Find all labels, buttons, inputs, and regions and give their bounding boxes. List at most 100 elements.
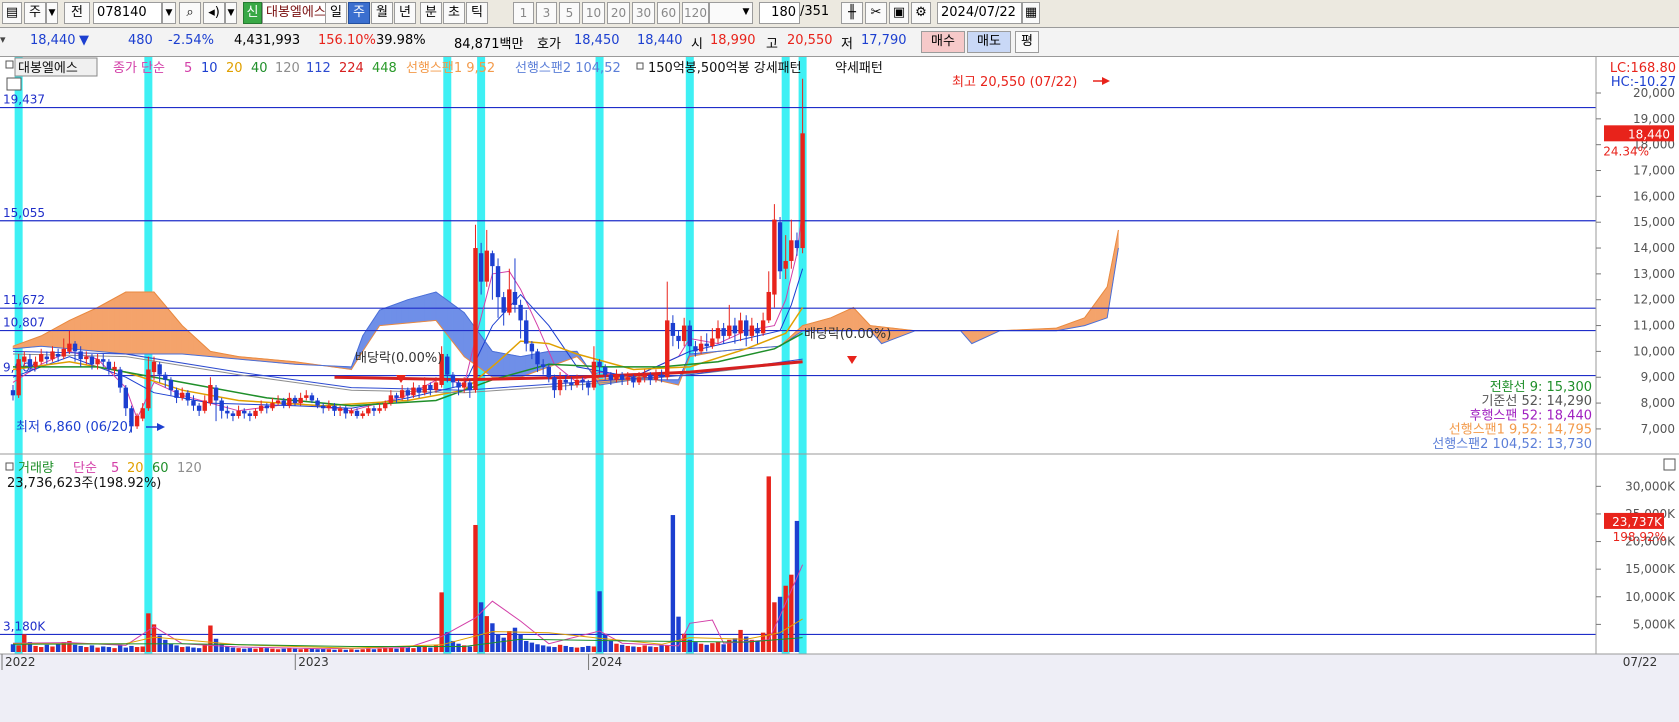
period-tab-2[interactable]: 월 — [371, 2, 393, 24]
legend-ma-120: 120 — [275, 61, 300, 76]
legend-title: 대봉엘에스 — [18, 61, 78, 76]
signal-highlight-4 — [595, 57, 604, 654]
extra-dropdown-icon[interactable]: ▼ — [739, 2, 753, 24]
volume-bar-50 — [292, 648, 298, 652]
volume-bar-119 — [681, 633, 687, 652]
candle-body-128 — [732, 325, 738, 334]
volume-bar-137 — [783, 585, 788, 652]
volume-legend-ma-label: 단순 — [73, 461, 97, 476]
market-dropdown-icon[interactable]: ▼ — [46, 2, 58, 24]
period-tab-5[interactable]: 초 — [443, 2, 465, 24]
period-tab-1[interactable]: 주 — [348, 2, 370, 24]
cloud-segment-90 — [520, 355, 527, 378]
volume-bar-56 — [326, 649, 332, 652]
code-input[interactable]: 078140 — [93, 2, 162, 24]
candle-body-25 — [151, 361, 157, 373]
interval-button-1[interactable]: 1 — [513, 2, 534, 24]
interval-button-30[interactable]: 30 — [632, 2, 655, 24]
cloud-segment-87 — [503, 353, 510, 378]
period-tab-0[interactable]: 일 — [325, 2, 347, 24]
volume-bar-58 — [337, 649, 343, 652]
collapse-icon[interactable]: ▾ — [0, 33, 11, 46]
volume-bar-101 — [580, 647, 585, 652]
volume-legend-checkbox[interactable] — [5, 462, 14, 471]
candle-body-109 — [625, 377, 630, 380]
legend-pattern-checkbox[interactable] — [636, 62, 644, 70]
volume-bar-118 — [676, 616, 681, 652]
interval-button-20[interactable]: 20 — [607, 2, 630, 24]
volume-bar-47 — [275, 649, 281, 652]
volume-bar-125 — [715, 642, 721, 652]
volume-bar-77 — [445, 632, 450, 652]
candle-body-97 — [557, 379, 563, 391]
prev-button[interactable]: 전 — [64, 2, 90, 24]
cloud-segment-14 — [91, 307, 98, 352]
candle-body-7 — [50, 351, 55, 360]
cloud-segment-86 — [497, 352, 504, 378]
layout-icon[interactable]: ▤ — [2, 2, 22, 24]
volume-bar-85 — [490, 623, 495, 652]
volume-bar-0 — [10, 644, 16, 652]
legend-weak: 약세패턴 — [835, 61, 883, 76]
volume-bar-12 — [78, 645, 83, 652]
legend-pattern: 150억봉,500억봉 강세패턴 — [648, 61, 802, 76]
stock-chart[interactable]: 19,43715,05511,67210,8079,0643,180K 7,00… — [0, 57, 1679, 722]
volume-bar-49 — [287, 648, 292, 652]
candle-body-120 — [687, 325, 692, 347]
eval-button[interactable]: 평 — [1015, 31, 1039, 53]
volume-bar-99 — [569, 647, 574, 652]
current-volume-label: 23,737K — [1612, 515, 1663, 529]
candle-body-124 — [710, 338, 715, 347]
candle-body-93 — [535, 351, 540, 365]
volume-info: 23,736,623주(198.92%) — [7, 476, 161, 491]
search-icon[interactable]: ⌕ — [179, 2, 201, 24]
tools-icon[interactable]: ✂ — [865, 2, 887, 24]
speaker-icon[interactable]: ◂) — [203, 2, 225, 24]
candle-body-119 — [681, 325, 687, 342]
price-tick-3: 10,000 — [1633, 344, 1675, 358]
gear-icon[interactable]: ⚙ — [911, 2, 931, 24]
speaker-dropdown-icon[interactable]: ▼ — [225, 2, 237, 24]
chart-type-icon[interactable]: ╫ — [841, 2, 863, 24]
volume-tick-2: 15,000K — [1625, 562, 1676, 576]
period-tab-3[interactable]: 년 — [394, 2, 416, 24]
interval-button-5[interactable]: 5 — [559, 2, 580, 24]
candle-body-94 — [540, 364, 546, 367]
interval-button-10[interactable]: 10 — [582, 2, 605, 24]
candle-body-129 — [738, 320, 743, 334]
volume-bar-4 — [33, 645, 38, 652]
date-input[interactable]: 2024/07/22 — [937, 2, 1022, 24]
candle-body-84 — [484, 250, 489, 282]
period-tab-4[interactable]: 분 — [420, 2, 442, 24]
price-tick-5: 12,000 — [1633, 293, 1675, 307]
quote-change-pct: -2.54% — [168, 33, 214, 48]
interval-button-60[interactable]: 60 — [657, 2, 680, 24]
volume-bar-115 — [659, 644, 664, 652]
interval-button-3[interactable]: 3 — [536, 2, 557, 24]
price-tick-6: 13,000 — [1633, 267, 1675, 281]
candle-body-96 — [552, 377, 557, 391]
candle-body-24 — [146, 369, 151, 409]
save-icon[interactable]: ▣ — [889, 2, 909, 24]
volume-bar-122 — [698, 643, 704, 652]
candle-body-88 — [507, 289, 512, 313]
calendar-icon[interactable]: ▦ — [1022, 2, 1040, 24]
candle-body-6 — [44, 356, 50, 360]
candle-body-37 — [219, 400, 224, 411]
volume-bar-29 — [174, 645, 179, 652]
buy-button[interactable]: 매수 — [921, 31, 965, 53]
sell-button[interactable]: 매도 — [967, 31, 1011, 53]
current-pct-label: 24.34% — [1603, 144, 1649, 158]
candle-body-79 — [456, 382, 461, 388]
volume-bar-76 — [439, 592, 444, 652]
interval-button-120[interactable]: 120 — [682, 2, 709, 24]
count-input[interactable]: 180 — [759, 2, 800, 24]
market-select[interactable]: 주 — [24, 2, 46, 24]
code-dropdown-icon[interactable]: ▼ — [162, 2, 176, 24]
legend-checkbox-icon[interactable] — [5, 60, 14, 69]
volume-close-icon[interactable] — [1663, 458, 1676, 471]
volume-tick-5: 30,000K — [1625, 479, 1676, 493]
price-tick-0: 7,000 — [1641, 422, 1675, 436]
calculator-icon[interactable] — [6, 77, 22, 91]
period-tab-6[interactable]: 틱 — [466, 2, 488, 24]
